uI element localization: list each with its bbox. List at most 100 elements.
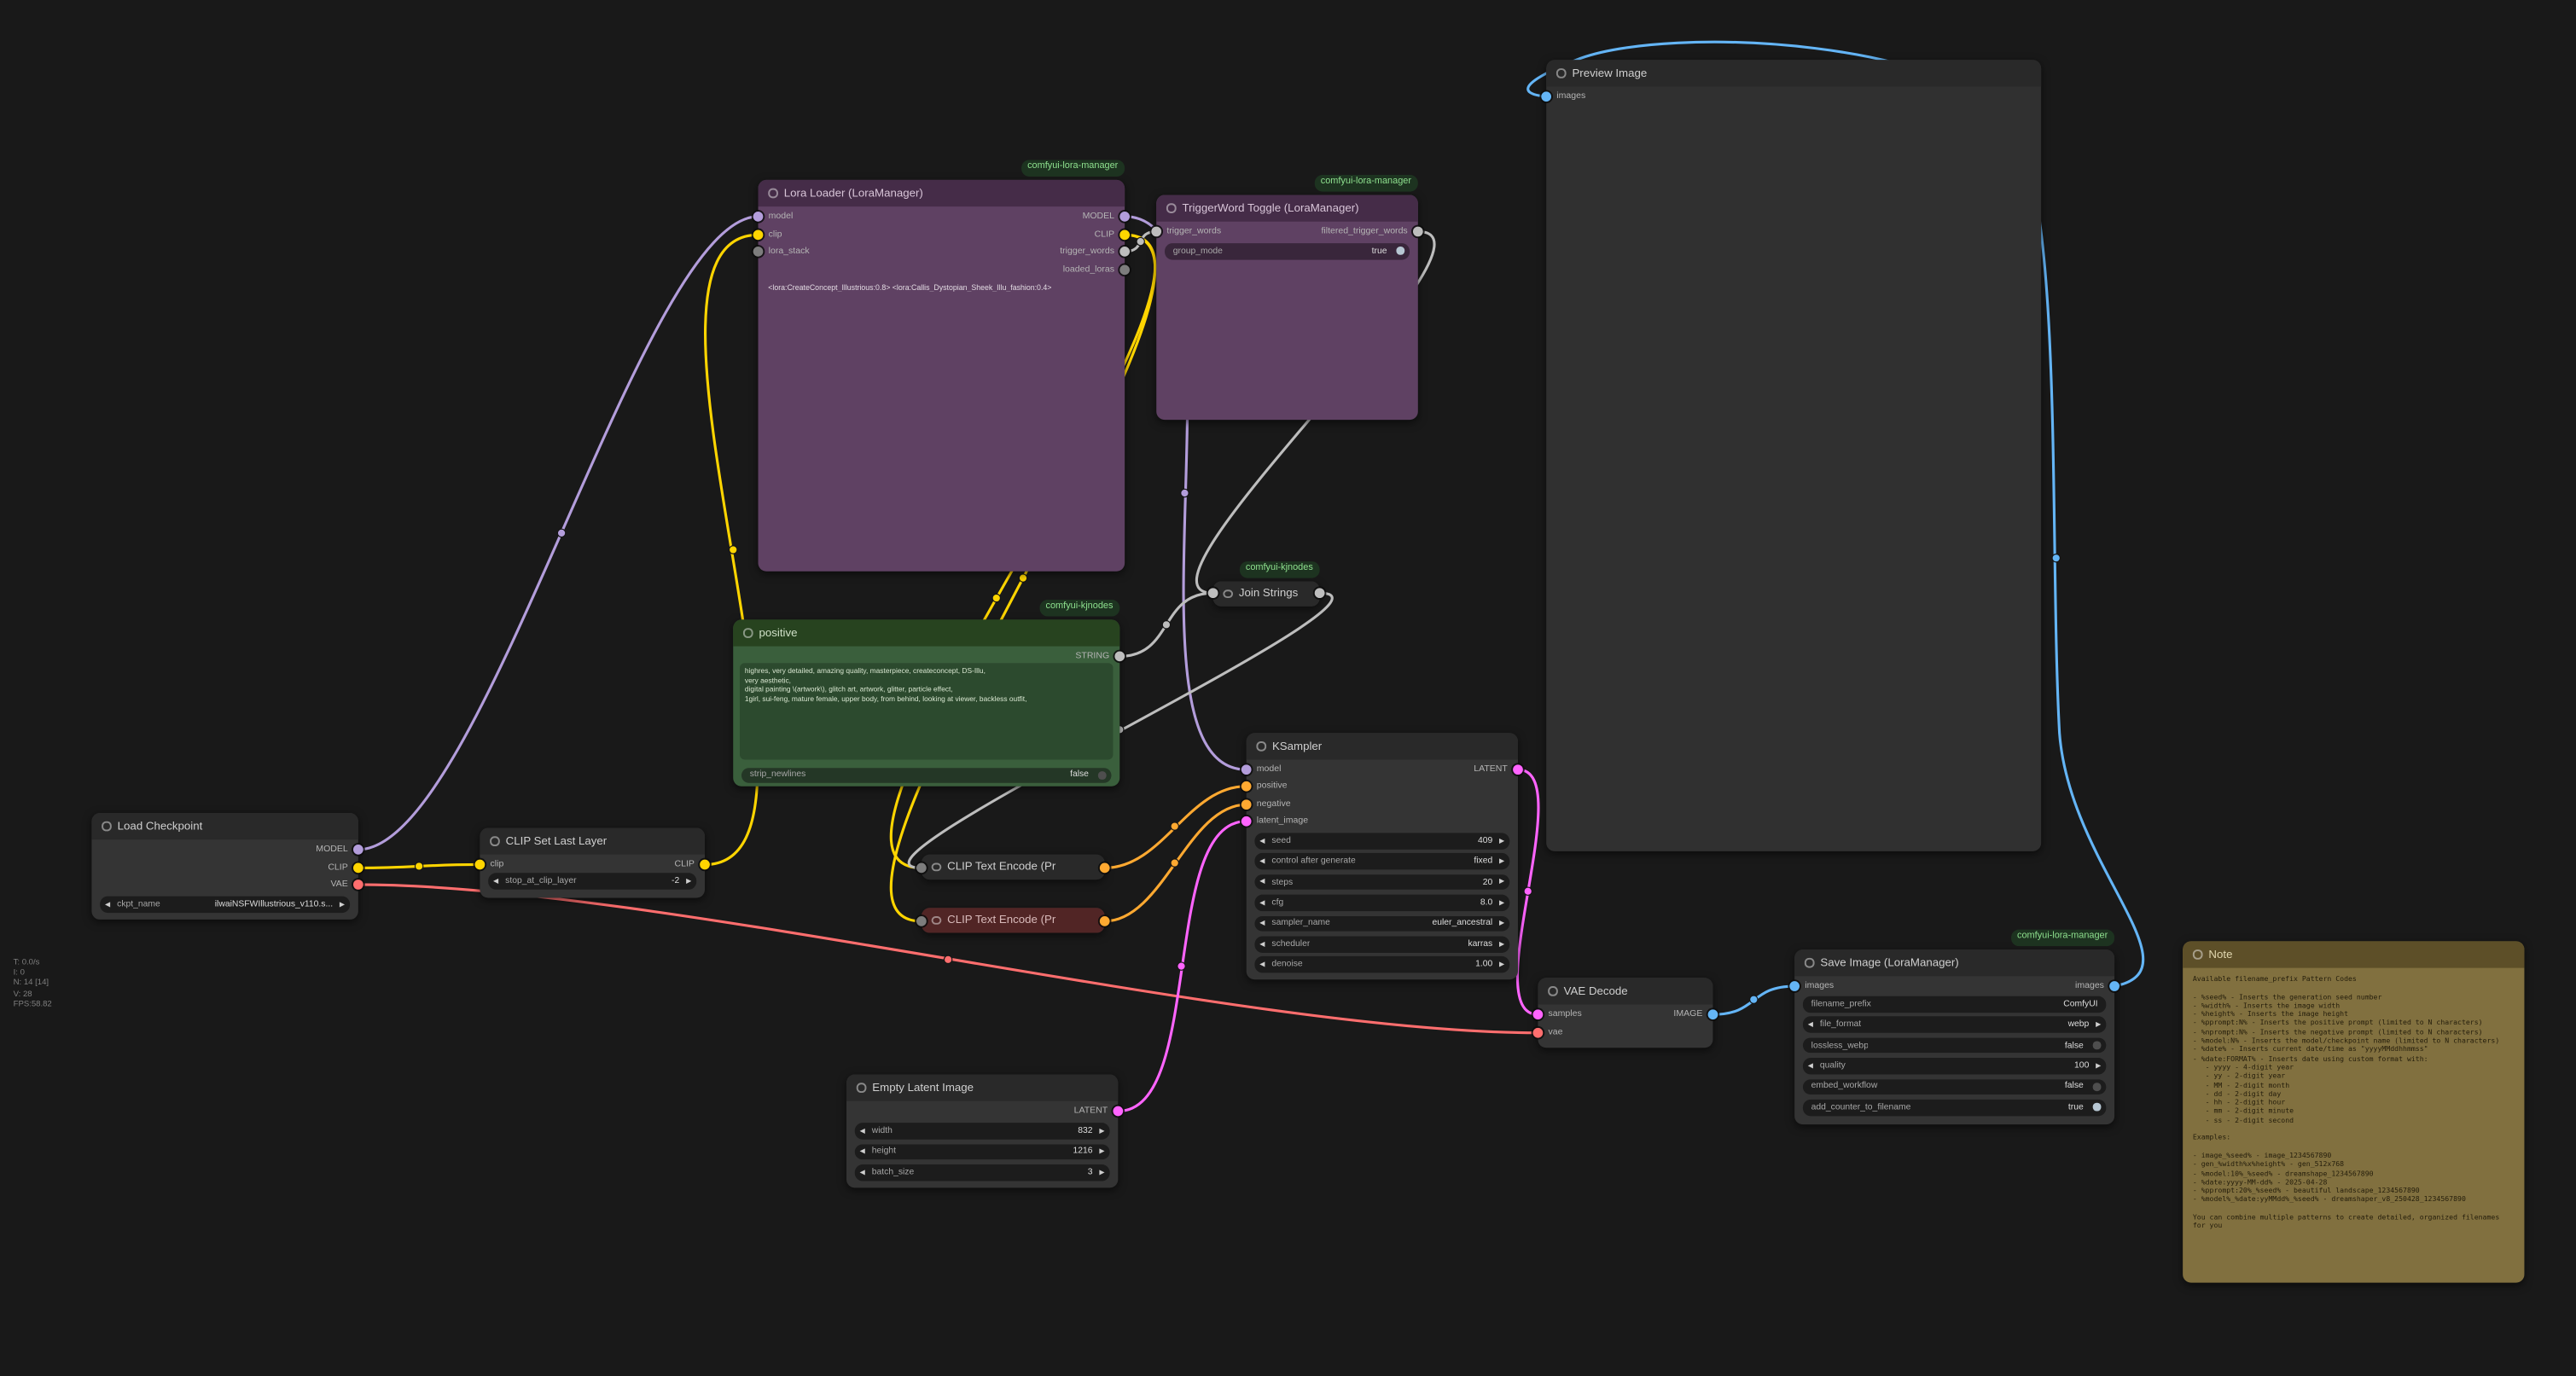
node-ksampler[interactable]: KSampler model positive negative latent_… [1247, 733, 1518, 979]
note-text[interactable]: Available filename_prefix Pattern Codes … [2193, 974, 2516, 1274]
prev-arrow-icon[interactable]: ◀ [1259, 879, 1265, 885]
collapse-dot[interactable] [932, 916, 941, 926]
collapse-dot[interactable] [1256, 741, 1265, 751]
graph-viewport[interactable]: Preview Image images Load Checkpoint MOD… [0, 0, 2576, 1376]
node-clip-text-encode-positive[interactable]: CLIP Text Encode (Pr [922, 855, 1105, 880]
collapse-dot[interactable] [102, 822, 111, 831]
output-images[interactable]: images [2075, 979, 2120, 993]
output-model[interactable]: MODEL [316, 843, 363, 856]
widget-cfg[interactable]: ◀ cfg 8.0 ▶ [1254, 895, 1509, 911]
input-images[interactable]: images [1789, 979, 1834, 993]
prev-arrow-icon[interactable]: ◀ [860, 1170, 865, 1176]
prev-arrow-icon[interactable]: ◀ [1259, 858, 1265, 865]
input-negative[interactable]: negative [1241, 798, 1290, 811]
collapse-dot[interactable] [1166, 204, 1176, 213]
output-clip[interactable]: CLIP [328, 862, 363, 875]
next-arrow-icon[interactable]: ▶ [686, 877, 691, 884]
output-clip[interactable]: CLIP [1095, 229, 1131, 242]
next-arrow-icon[interactable]: ▶ [1499, 879, 1504, 885]
collapse-dot[interactable] [1556, 69, 1566, 78]
widget-strip-newlines[interactable]: strip_newlines false [741, 767, 1112, 783]
prev-arrow-icon[interactable]: ◀ [1808, 1063, 1813, 1070]
input-latent-image[interactable]: latent_image [1241, 815, 1308, 828]
prev-arrow-icon[interactable]: ◀ [860, 1127, 865, 1134]
input-trigger-words[interactable]: trigger_words [1151, 225, 1221, 239]
collapse-dot[interactable] [490, 837, 499, 846]
output-conditioning[interactable] [1099, 914, 1109, 928]
toggle-dot[interactable] [2093, 1042, 2101, 1049]
collapse-dot[interactable] [1548, 987, 1557, 996]
node-triggerword-toggle[interactable]: comfyui-lora-manager TriggerWord Toggle … [1156, 194, 1418, 420]
input-collapsed[interactable] [916, 914, 927, 928]
prompt-textarea[interactable]: highres, very detailed, amazing quality,… [740, 663, 1113, 759]
node-positive-prompt[interactable]: comfyui-kjnodes positive STRING highres,… [733, 619, 1119, 786]
widget-file-format[interactable]: ◀ file_format webp ▶ [1803, 1017, 2106, 1033]
input-positive[interactable]: positive [1241, 780, 1287, 793]
next-arrow-icon[interactable]: ▶ [1499, 838, 1504, 845]
output-vae[interactable]: VAE [330, 878, 363, 891]
widget-filename-prefix[interactable]: filename_prefix ComfyUI [1803, 996, 2106, 1013]
prev-arrow-icon[interactable]: ◀ [1259, 920, 1265, 926]
widget-lossless-webp[interactable]: lossless_webp false [1803, 1037, 2106, 1054]
next-arrow-icon[interactable]: ▶ [1499, 899, 1504, 906]
prev-arrow-icon[interactable]: ◀ [105, 901, 110, 908]
node-load-checkpoint[interactable]: Load Checkpoint MODEL CLIP VAE ◀ ckpt_na… [91, 813, 358, 920]
prev-arrow-icon[interactable]: ◀ [493, 877, 498, 884]
collapse-dot[interactable] [857, 1083, 866, 1093]
input-clip[interactable]: clip [474, 858, 503, 872]
next-arrow-icon[interactable]: ▶ [1499, 920, 1504, 926]
node-save-image[interactable]: comfyui-lora-manager Save Image (LoraMan… [1794, 949, 2114, 1124]
input-collapsed[interactable] [1207, 587, 1218, 601]
output-model[interactable]: MODEL [1083, 210, 1131, 224]
input-model[interactable]: model [1241, 763, 1281, 776]
input-model[interactable]: model [753, 210, 793, 224]
output-loaded-loras[interactable]: loaded_loras [1063, 264, 1131, 277]
output-filtered-trigger-words[interactable]: filtered_trigger_words [1321, 225, 1423, 239]
output-latent[interactable]: LATENT [1074, 1105, 1124, 1118]
node-preview-image[interactable]: Preview Image images [1546, 60, 2041, 851]
node-clip-set-last-layer[interactable]: CLIP Set Last Layer clip CLIP ◀ stop_at_… [480, 828, 705, 898]
next-arrow-icon[interactable]: ▶ [1499, 961, 1504, 968]
input-images[interactable]: images [1541, 90, 1585, 103]
node-note[interactable]: Note Available filename_prefix Pattern C… [2183, 941, 2524, 1282]
node-clip-text-encode-negative[interactable]: CLIP Text Encode (Pr [922, 908, 1105, 932]
widget-sampler-name[interactable]: ◀ sampler_name euler_ancestral ▶ [1254, 915, 1509, 932]
prev-arrow-icon[interactable]: ◀ [860, 1148, 865, 1155]
widget-steps[interactable]: ◀ steps 20 ▶ [1254, 874, 1509, 891]
output-string[interactable]: STRING [1075, 650, 1125, 664]
input-vae[interactable]: vae [1532, 1026, 1562, 1040]
input-collapsed[interactable] [916, 862, 927, 875]
next-arrow-icon[interactable]: ▶ [2096, 1021, 2101, 1028]
collapse-dot[interactable] [2193, 950, 2202, 960]
node-empty-latent-image[interactable]: Empty Latent Image LATENT ◀ width 832 ▶ … [846, 1075, 1118, 1188]
prev-arrow-icon[interactable]: ◀ [1259, 838, 1265, 845]
node-join-strings[interactable]: comfyui-kjnodes Join Strings [1213, 582, 1320, 607]
output-conditioning[interactable] [1099, 862, 1109, 875]
output-clip[interactable]: CLIP [675, 858, 711, 872]
node-lora-loader[interactable]: comfyui-lora-manager Lora Loader (LoraMa… [759, 180, 1125, 572]
next-arrow-icon[interactable]: ▶ [1499, 941, 1504, 948]
toggle-dot[interactable] [2093, 1083, 2101, 1090]
prev-arrow-icon[interactable]: ◀ [1259, 899, 1265, 906]
widget-stop-at-clip-layer[interactable]: ◀ stop_at_clip_layer -2 ▶ [488, 873, 696, 889]
widget-width[interactable]: ◀ width 832 ▶ [855, 1123, 1110, 1139]
next-arrow-icon[interactable]: ▶ [2096, 1063, 2101, 1070]
widget-add-counter-to-filename[interactable]: add_counter_to_filename true [1803, 1100, 2106, 1116]
input-lora-stack[interactable]: lora_stack [753, 245, 809, 258]
graph-canvas[interactable]: Preview Image images Load Checkpoint MOD… [0, 0, 2576, 1376]
toggle-dot[interactable] [2093, 1104, 2101, 1112]
output-latent[interactable]: LATENT [1474, 763, 1523, 776]
next-arrow-icon[interactable]: ▶ [340, 901, 345, 908]
toggle-dot[interactable] [1397, 247, 1404, 255]
next-arrow-icon[interactable]: ▶ [1099, 1170, 1104, 1176]
output-collapsed[interactable] [1314, 587, 1324, 601]
widget-control-after-generate[interactable]: ◀ control after generate fixed ▶ [1254, 854, 1509, 870]
widget-embed-workflow[interactable]: embed_workflow false [1803, 1079, 2106, 1095]
collapse-dot[interactable] [932, 862, 941, 872]
toggle-dot[interactable] [1099, 771, 1107, 779]
input-samples[interactable]: samples [1532, 1007, 1582, 1021]
widget-quality[interactable]: ◀ quality 100 ▶ [1803, 1058, 2106, 1074]
prev-arrow-icon[interactable]: ◀ [1259, 941, 1265, 948]
widget-batch-size[interactable]: ◀ batch_size 3 ▶ [855, 1164, 1110, 1181]
widget-group-mode[interactable]: group_mode true [1165, 243, 1410, 259]
